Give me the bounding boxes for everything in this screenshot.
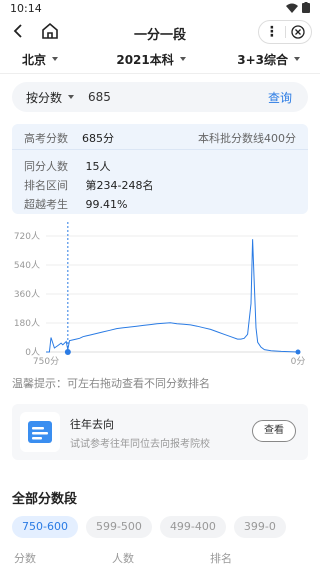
y-tick-label: 180人 [14,318,40,329]
y-tick-label: 720人 [14,231,40,242]
chevron-down-icon [293,57,300,61]
beat-label: 超越考生 [24,198,68,211]
section-title: 全部分数段 [12,492,78,507]
series-line [46,239,299,353]
beat-value: 99.41% [85,198,128,211]
query-button[interactable]: 查询 [268,89,308,106]
subject-label: 3+3综合 [237,52,288,67]
same-score-row: 同分人数 15人 [24,158,111,174]
past-years-card[interactable]: 往年去向 试试参考往年同位去向报考院校 查看 [12,404,308,460]
column-header-score: 分数 [14,552,36,565]
year-type-dropdown[interactable]: 2021本科 [101,48,200,70]
same-score-label: 同分人数 [24,160,68,173]
range-tab[interactable]: 599-500 [85,516,152,538]
more-menu-icon[interactable]: ⋮ [259,21,285,43]
year-type-label: 2021本科 [116,52,174,67]
chevron-down-icon [179,57,186,61]
rank-range-label: 排名区间 [24,179,68,192]
x-tick-label: 750分 [33,356,59,367]
score-range-tabs: 750-600 599-500 499-400 399-0 [12,516,286,538]
same-score-value: 15人 [85,160,111,173]
score-marker-dot[interactable] [64,349,71,355]
document-icon [20,412,60,452]
status-time: 10:14 [10,2,42,15]
end-dot [295,349,301,355]
score-value: 685分 [82,132,114,145]
view-button[interactable]: 查看 [252,420,296,442]
tip-text: 温馨提示：可左右拖动查看不同分数排名 [12,377,210,390]
status-icons [286,2,310,13]
search-mode-label: 按分数 [26,90,63,105]
info-card-header: 高考分数 685分 本科批分数线400分 [12,124,308,150]
close-icon[interactable] [286,25,312,39]
status-bar: 10:14 [0,0,320,18]
column-header-count: 人数 [112,552,134,565]
battery-icon [302,2,310,13]
beat-row: 超越考生 99.41% [24,196,127,212]
subject-dropdown[interactable]: 3+3综合 [201,48,320,70]
promo-desc: 试试参考往年同位去向报考院校 [70,439,210,450]
search-mode-dropdown[interactable]: 按分数 [12,89,84,106]
province-dropdown[interactable]: 北京 [0,48,101,70]
score-label: 高考分数 [24,132,68,145]
search-bar: 按分数 685 查询 [12,82,308,112]
range-tab[interactable]: 499-400 [159,516,226,538]
rank-range-value: 第234-248名 [85,179,154,192]
promo-title: 往年去向 [70,418,114,431]
wifi-icon [286,3,298,13]
column-header-rank: 排名 [210,552,232,565]
chevron-down-icon [68,95,75,99]
nav-bar: 一分一段 ⋮ [0,18,320,46]
chevron-down-icon [52,57,59,61]
mini-program-capsule: ⋮ [258,20,312,44]
range-tab[interactable]: 750-600 [12,516,78,538]
filter-bar: 北京 2021本科 3+3综合 [0,48,320,70]
score-info-card: 高考分数 685分 本科批分数线400分 同分人数 15人 排名区间 第234-… [12,124,308,214]
range-tab[interactable]: 399-0 [233,516,286,538]
x-tick-label: 0分 [291,356,306,367]
cutoff-line: 本科批分数线400分 [198,132,296,145]
divider [0,73,320,74]
score-distribution-chart[interactable]: 720人540人360人180人0人750分 0分 [0,222,320,368]
y-tick-label: 540人 [14,260,40,271]
score-input[interactable]: 685 [84,90,268,104]
rank-range-row: 排名区间 第234-248名 [24,177,153,193]
y-tick-label: 360人 [14,289,40,300]
province-label: 北京 [22,52,47,67]
